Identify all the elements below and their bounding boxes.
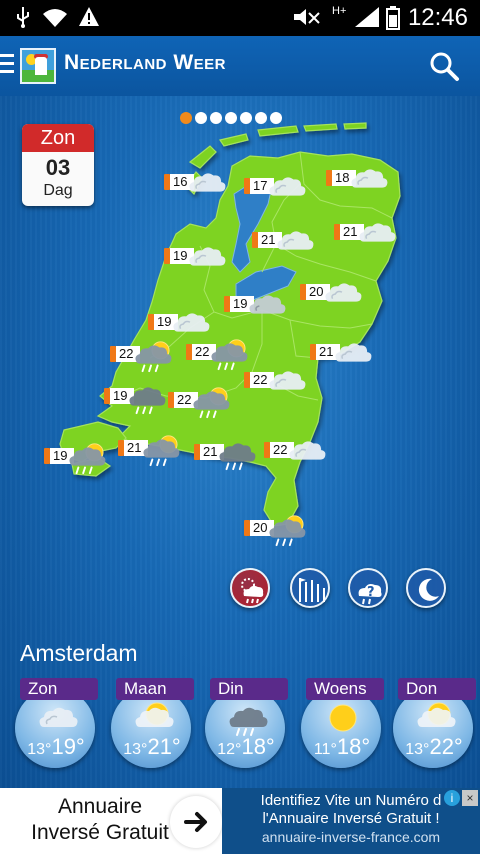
ad-info-icon[interactable]: i [444,790,460,806]
forecast-day-label: Maan [116,678,194,700]
status-bar: H+ 12:46 [0,0,480,36]
day-calendar[interactable]: Zon 03 Dag [22,124,94,206]
day-weekday: Zon [22,124,94,152]
ad-right-text[interactable]: Identifiez Vite un Numéro d l'Annuaire I… [222,788,480,854]
ad-close-icon[interactable]: × [462,790,478,806]
night-button[interactable] [406,568,446,608]
warning-icon [78,6,100,34]
page-dot[interactable] [195,112,207,124]
weather-cloud-icon [184,166,228,207]
ad-banner[interactable]: Annuaire Inversé Gratuit Identifiez Vite… [0,788,480,854]
signal-icon [354,6,380,34]
weather-cloud-icon [354,216,398,257]
search-icon[interactable] [428,50,460,82]
day-date: 03 [45,155,71,180]
ad-arrow-button[interactable] [170,796,222,848]
weather-rain-icon [214,436,258,477]
forecast-max-temp: 22° [429,734,463,759]
forecast-day[interactable]: Woens 11°18° [296,678,388,778]
forecast-day-label: Woens [306,678,384,700]
weather-cloud-icon [320,276,364,317]
app-title: Nederland Weer [64,51,226,74]
menu-icon[interactable] [0,54,14,76]
arrow-right-icon [184,812,207,832]
weather-sun-rain-icon [206,336,250,377]
forecast-min-temp: 11° [313,741,337,758]
forecast-min-temp: 13° [27,741,52,758]
forecast-day-label: Din [210,678,288,700]
forecast-day[interactable]: Din 12°18° [200,678,292,778]
page-dot-active[interactable] [180,112,192,124]
forecast-temps: 13°22° [388,734,480,760]
forecast-temps: 11°18° [296,734,388,760]
forecast-day[interactable]: Maan 13°21° [106,678,198,778]
wind-icon [299,578,325,602]
app-logo-icon[interactable] [20,48,56,84]
weather-sun-rain-icon [188,384,232,425]
weather-alert-button[interactable]: ? [348,568,388,608]
forecast-max-temp: 21° [147,734,181,759]
wifi-icon [42,6,68,34]
weather-cloud-icon [264,170,308,211]
page-dot[interactable] [240,112,252,124]
battery-icon [386,6,400,36]
rain-map-button[interactable] [230,568,270,608]
page-dot[interactable] [255,112,267,124]
forecast-min-temp: 13° [405,741,430,758]
forecast-min-temp: 13° [123,741,148,758]
page-dot[interactable] [210,112,222,124]
forecast-temps: 13°19° [10,734,102,760]
moon-icon [418,578,439,601]
forecast-day-label: Don [398,678,476,700]
forecast-max-temp: 18° [336,734,371,759]
status-time: 12:46 [407,4,468,31]
city-name[interactable]: Amsterdam [20,640,138,667]
weather-cloud-dark-icon [244,288,288,329]
ad-right-line1: Identifiez Vite un Numéro d [260,792,442,809]
usb-icon [14,6,32,34]
forecast-day[interactable]: Zon 13°19° [10,678,102,778]
page-dot[interactable] [225,112,237,124]
rain-cloud-icon [241,578,264,604]
forecast-min-temp: 12° [217,741,242,758]
weather-cloud-icon [330,336,374,377]
app-bar: Nederland Weer [0,36,480,96]
svg-text:?: ? [367,585,375,600]
weather-sun-rain-icon [130,338,174,379]
forecast-temps: 12°18° [200,734,292,760]
forecast-temps: 13°21° [106,734,198,760]
weather-sun-rain-icon [64,440,108,481]
map-screen: Zon 03 Dag 16 17 18 21 21 19 19 20 19 22 22 21 22 19 2… [0,96,480,788]
forecast-day[interactable]: Don 13°22° [388,678,480,778]
ad-url: annuaire-inverse-france.com [261,829,441,845]
wind-button[interactable] [290,568,330,608]
weather-sun-rain-icon [138,432,182,473]
weather-cloud-icon [272,224,316,265]
network-type: H+ [332,5,347,17]
weather-cloud-icon [184,240,228,281]
weather-cloud-icon [346,162,390,203]
day-label: Dag [43,182,73,199]
forecast-max-temp: 19° [51,734,85,759]
weather-sun-rain-icon [264,512,308,553]
weather-rain-icon [124,380,168,421]
page-dot[interactable] [270,112,282,124]
question-cloud-icon: ? [358,584,382,605]
forecast-day-label: Zon [20,678,98,700]
page-indicator[interactable] [180,112,285,126]
mute-icon [292,6,322,34]
weather-cloud-icon [284,434,328,475]
ad-right-line2: l'Annuaire Inversé Gratuit ! [262,810,440,827]
weather-cloud-icon [264,364,308,405]
forecast-max-temp: 18° [241,734,275,759]
